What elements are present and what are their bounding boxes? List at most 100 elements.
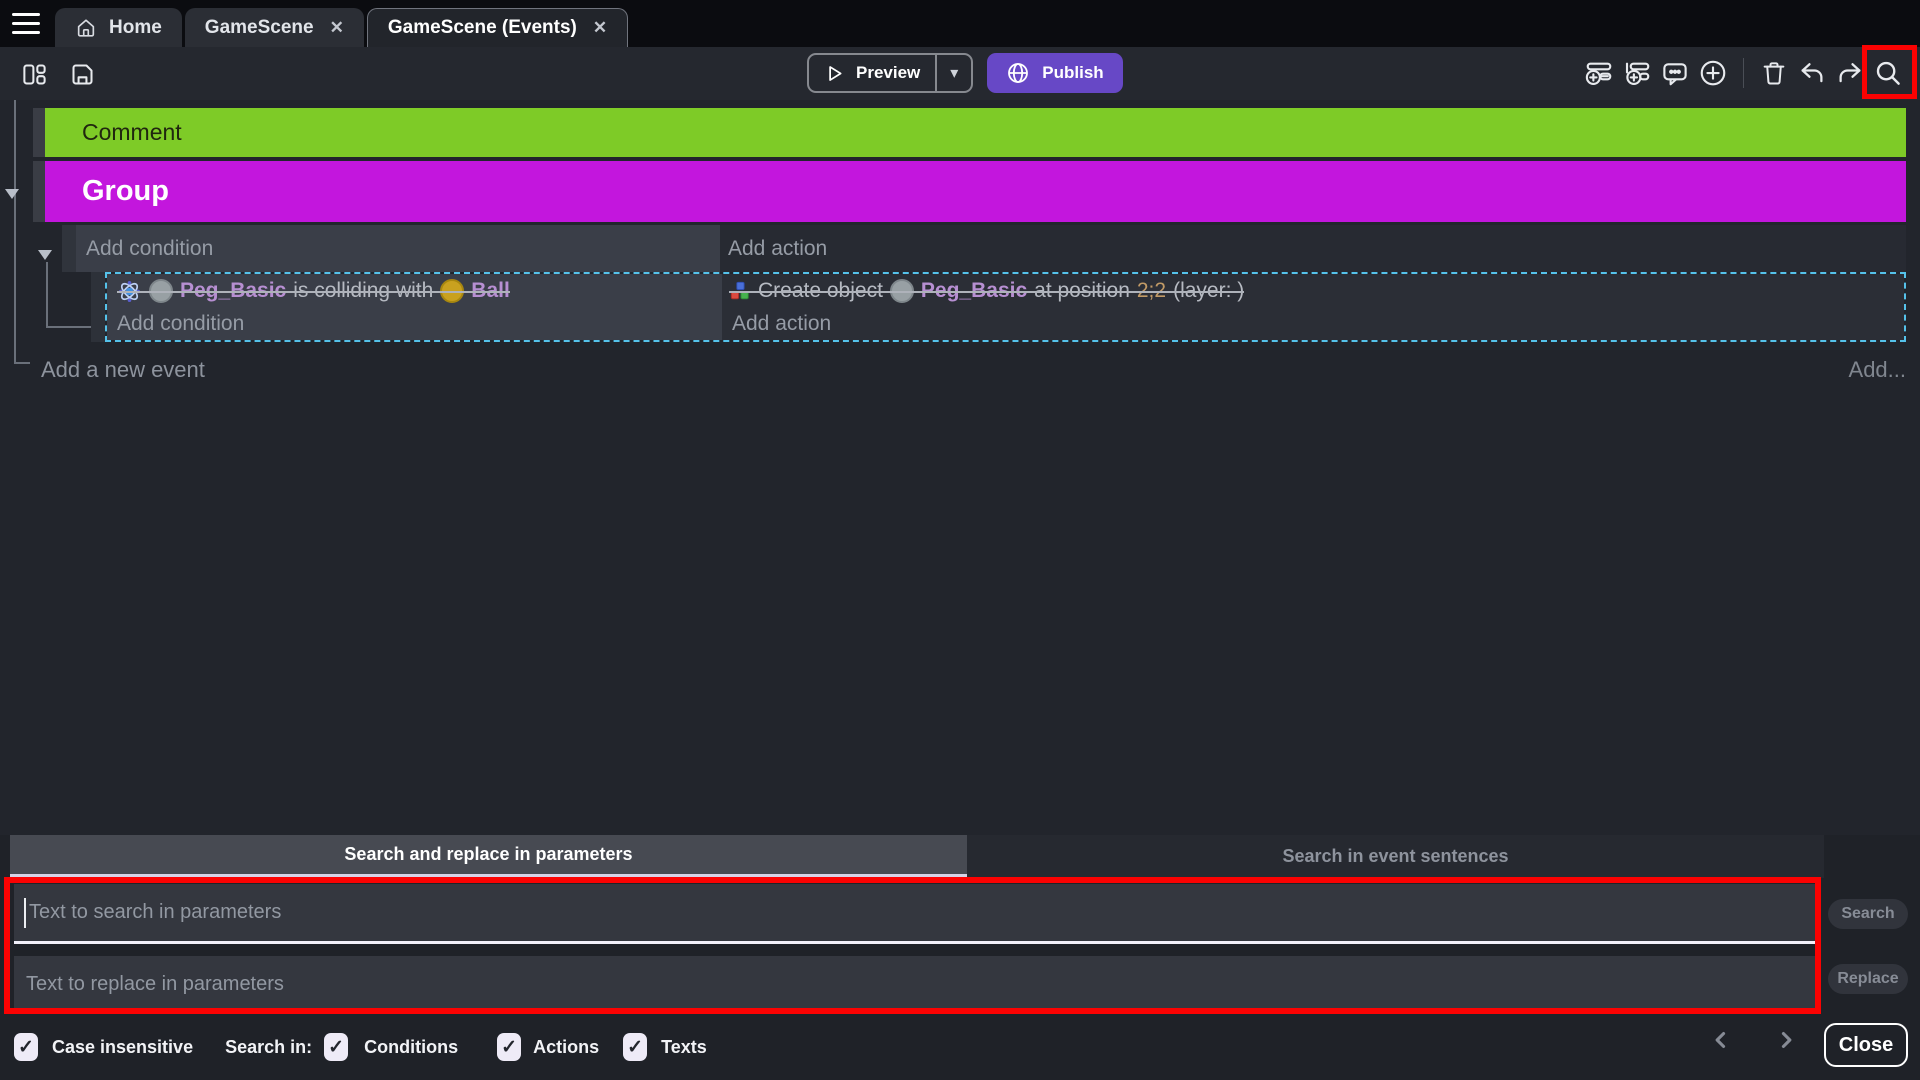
object-thumbnail-peg xyxy=(890,279,914,303)
search-panel: Search and replace in parameters Search … xyxy=(0,835,1920,1080)
collapse-event-icon[interactable] xyxy=(38,250,52,260)
search-options-row: ✓ Case insensitive Search in: ✓ Conditio… xyxy=(0,1014,1920,1080)
add-action-button[interactable]: Add action xyxy=(722,308,1904,340)
comment-event[interactable]: Comment xyxy=(33,108,1906,157)
search-icon[interactable] xyxy=(1872,57,1904,89)
add-event-icon[interactable] xyxy=(1583,57,1615,89)
collapse-group-icon[interactable] xyxy=(5,189,19,199)
preview-button[interactable]: Preview ▾ xyxy=(807,53,973,93)
replace-input[interactable] xyxy=(14,972,1816,997)
window-tab-bar: Home GameScene ✕ GameScene (Events) ✕ xyxy=(0,0,1920,47)
play-icon xyxy=(824,63,845,84)
event-drag-handle[interactable] xyxy=(62,225,76,272)
action-object: Peg_Basic xyxy=(921,279,1027,303)
caret-down-icon: ▾ xyxy=(950,63,958,83)
texts-checkbox[interactable]: ✓ xyxy=(623,1033,647,1061)
empty-event: Add condition Add action xyxy=(62,225,1906,272)
replace-button[interactable]: Replace xyxy=(1828,964,1908,994)
selected-event[interactable]: Peg_Basic is colliding with Ball Add con… xyxy=(105,272,1906,342)
search-panel-tabs: Search and replace in parameters Search … xyxy=(10,835,1824,878)
home-icon xyxy=(75,17,97,39)
group-event[interactable]: Group xyxy=(33,161,1906,222)
toolbar-divider xyxy=(1743,58,1744,88)
preview-options-dropdown[interactable]: ▾ xyxy=(935,55,971,91)
object-thumbnail-ball xyxy=(440,279,464,303)
events-sheet: Comment Group Add condition Add action xyxy=(0,100,1920,835)
tab-gamescene[interactable]: GameScene ✕ xyxy=(185,8,364,47)
add-circle-icon[interactable] xyxy=(1697,57,1729,89)
condition-object1: Peg_Basic xyxy=(180,279,286,303)
create-object-icon xyxy=(729,280,751,302)
close-tab-icon[interactable]: ✕ xyxy=(593,18,607,38)
tab-search-replace-parameters[interactable]: Search and replace in parameters xyxy=(10,835,967,878)
toggle-panels-icon[interactable] xyxy=(18,58,50,90)
tree-line xyxy=(46,326,91,328)
object-thumbnail-peg xyxy=(149,279,173,303)
condition-object2: Ball xyxy=(471,279,510,303)
texts-label: Texts xyxy=(661,1037,707,1058)
action-row[interactable]: Create object Peg_Basic at position 2;2 … xyxy=(722,274,1904,308)
previous-result-icon[interactable] xyxy=(1712,1031,1730,1054)
tree-line xyxy=(46,262,48,328)
event-drag-handle[interactable] xyxy=(33,161,45,222)
add-new-event-label[interactable]: Add a new event xyxy=(41,357,205,383)
events-toolbar: Preview ▾ Publish xyxy=(0,47,1920,100)
tab-gamescene-label: GameScene xyxy=(205,17,314,39)
add-new-event-row[interactable]: Add a new event Add... xyxy=(33,348,1906,392)
search-button[interactable]: Search xyxy=(1828,899,1908,929)
search-in-label: Search in: xyxy=(225,1037,312,1058)
add-more-button[interactable]: Add... xyxy=(1849,357,1906,383)
group-title[interactable]: Group xyxy=(45,161,1906,222)
save-icon[interactable] xyxy=(66,58,98,90)
tab-home-label: Home xyxy=(109,17,162,39)
search-input[interactable] xyxy=(26,900,1816,925)
add-action-button[interactable]: Add action xyxy=(720,225,1906,272)
toolbar-right-group xyxy=(1583,57,1904,89)
preview-button-label: Preview xyxy=(856,63,920,83)
action-text2: at position xyxy=(1034,279,1130,303)
next-result-icon[interactable] xyxy=(1777,1031,1795,1054)
case-insensitive-label: Case insensitive xyxy=(52,1037,193,1058)
publish-button[interactable]: Publish xyxy=(987,53,1122,93)
main-menu-icon[interactable] xyxy=(12,13,40,34)
tree-line xyxy=(14,362,30,364)
preview-button-main[interactable]: Preview xyxy=(809,55,935,91)
case-insensitive-checkbox[interactable]: ✓ xyxy=(14,1033,38,1061)
undo-icon[interactable] xyxy=(1796,57,1828,89)
actions-checkbox[interactable]: ✓ xyxy=(497,1033,521,1061)
conditions-column: Peg_Basic is colliding with Ball Add con… xyxy=(107,274,722,340)
redo-icon[interactable] xyxy=(1834,57,1866,89)
tab-gamescene-events[interactable]: GameScene (Events) ✕ xyxy=(367,8,628,47)
gdevelop-events-editor: Home GameScene ✕ GameScene (Events) ✕ xyxy=(0,0,1920,1080)
replace-input-row xyxy=(14,956,1816,1014)
action-text3: (layer: ) xyxy=(1173,279,1244,303)
add-subevent-icon[interactable] xyxy=(1621,57,1653,89)
action-text1: Create object xyxy=(758,279,883,303)
condition-sentence: Peg_Basic is colliding with Ball xyxy=(117,279,510,304)
action-coords: 2;2 xyxy=(1137,279,1166,303)
toolbar-left-group xyxy=(18,58,98,90)
actions-label: Actions xyxy=(533,1037,599,1058)
physics-behavior-icon xyxy=(117,279,142,304)
conditions-checkbox[interactable]: ✓ xyxy=(324,1033,348,1061)
toolbar-center-group: Preview ▾ Publish xyxy=(807,53,1123,93)
comment-text[interactable]: Comment xyxy=(45,108,1906,157)
condition-row[interactable]: Peg_Basic is colliding with Ball xyxy=(107,274,722,308)
tab-gamescene-events-label: GameScene (Events) xyxy=(388,17,577,39)
actions-column: Create object Peg_Basic at position 2;2 … xyxy=(722,274,1904,340)
tab-search-event-sentences[interactable]: Search in event sentences xyxy=(967,835,1824,878)
close-tab-icon[interactable]: ✕ xyxy=(330,18,344,38)
close-button[interactable]: Close xyxy=(1824,1023,1908,1067)
event-drag-handle[interactable] xyxy=(33,108,45,157)
action-sentence: Create object Peg_Basic at position 2;2 … xyxy=(729,279,1244,303)
globe-icon xyxy=(1006,61,1030,85)
publish-button-label: Publish xyxy=(1042,63,1103,83)
event-drag-handle[interactable] xyxy=(91,272,105,342)
add-condition-button[interactable]: Add condition xyxy=(107,308,722,340)
delete-icon[interactable] xyxy=(1758,57,1790,89)
open-tabs: Home GameScene ✕ GameScene (Events) ✕ xyxy=(55,8,628,47)
condition-text: is colliding with xyxy=(293,279,433,303)
add-condition-button[interactable]: Add condition xyxy=(76,225,720,272)
add-comment-icon[interactable] xyxy=(1659,57,1691,89)
tab-home[interactable]: Home xyxy=(55,8,182,47)
